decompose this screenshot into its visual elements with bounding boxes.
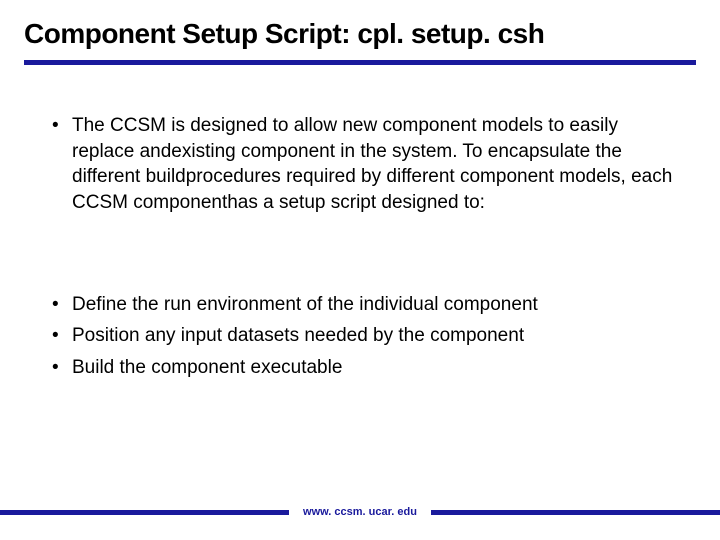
bullet-dot-icon: • [52, 292, 72, 318]
bullet-text: The CCSM is designed to allow new compon… [72, 113, 680, 216]
bullet-group-a: • The CCSM is designed to allow new comp… [24, 113, 696, 216]
list-item: • Define the run environment of the indi… [52, 292, 680, 318]
bullet-text: Define the run environment of the indivi… [72, 292, 538, 318]
spacer [24, 222, 696, 292]
slide-title: Component Setup Script: cpl. setup. csh [24, 18, 696, 50]
footer-line-left [0, 510, 289, 515]
bullet-text: Build the component executable [72, 355, 342, 381]
list-item: • Position any input datasets needed by … [52, 323, 680, 349]
footer-url: www. ccsm. ucar. edu [289, 506, 431, 518]
bullet-text: Position any input datasets needed by th… [72, 323, 524, 349]
bullet-dot-icon: • [52, 113, 72, 139]
footer: www. ccsm. ucar. edu [0, 506, 720, 518]
slide: Component Setup Script: cpl. setup. csh … [0, 0, 720, 540]
bullet-dot-icon: • [52, 355, 72, 381]
bullet-group-b: • Define the run environment of the indi… [24, 292, 696, 381]
list-item: • The CCSM is designed to allow new comp… [52, 113, 680, 216]
title-underline [24, 60, 696, 65]
list-item: • Build the component executable [52, 355, 680, 381]
footer-line-right [431, 510, 720, 515]
bullet-dot-icon: • [52, 323, 72, 349]
